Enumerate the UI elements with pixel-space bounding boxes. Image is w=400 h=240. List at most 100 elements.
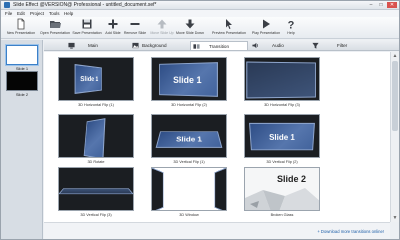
transition-item-3d-horizontal-flip-3[interactable]: 3D Horizontal Flip (3)	[244, 57, 320, 107]
cursor-icon	[226, 19, 232, 29]
transition-caption: 3D Vertical Flip (2)	[266, 160, 298, 164]
tab-background[interactable]: Background	[132, 41, 190, 50]
transition-preview: Slide 1	[151, 57, 227, 101]
preview-slide-text: Slide 1	[175, 135, 203, 143]
move-slide-up-button[interactable]: Move Slide Up	[149, 18, 175, 38]
preview-slide-text: Slide 2	[277, 174, 307, 184]
save-presentation-button[interactable]: Save Presentation	[71, 18, 103, 38]
preview-slide-card	[246, 61, 316, 99]
transition-preview	[151, 167, 227, 211]
transition-item-broken-glass[interactable]: Slide 2 Broken Glass	[244, 167, 320, 217]
preview-slide-card: Slide 1	[159, 62, 218, 97]
transition-preview: Slide 1	[151, 114, 227, 158]
transition-item-3d-window[interactable]: 3D Window	[151, 167, 227, 217]
funnel-icon	[312, 42, 319, 49]
add-slide-button[interactable]: Add Slide	[103, 18, 123, 38]
move-slide-down-button[interactable]: Move Slide Down	[176, 18, 204, 38]
new-presentation-label: New Presentation	[6, 31, 36, 35]
minimize-button[interactable]: –	[367, 2, 375, 8]
play-presentation-label: Play Presentation	[251, 31, 281, 35]
preview-slide-card	[83, 118, 106, 157]
preview-presentation-button[interactable]: Preview Presentation	[209, 18, 249, 38]
scroll-up-arrow[interactable]: ▲	[391, 52, 399, 60]
transition-preview: Slide 2	[244, 167, 320, 211]
folder-open-icon	[50, 21, 61, 28]
close-button[interactable]: ✕	[387, 2, 397, 8]
transition-item-3d-vertical-flip-3[interactable]: 3D Vertical Flip (3)	[58, 167, 134, 217]
play-presentation-button[interactable]: Play Presentation	[249, 18, 283, 38]
slide-thumbnail-2	[6, 71, 38, 91]
menu-tools[interactable]: Tools	[49, 11, 60, 16]
tab-transition-label: Transition	[209, 44, 229, 49]
slide-list-label-2: Slide 2	[15, 92, 29, 97]
scroll-down-arrow[interactable]: ▼	[391, 214, 399, 222]
play-icon	[263, 19, 270, 29]
question-icon: ?	[288, 20, 295, 31]
app-window: Slide Effect @VERSION@ Professional - un…	[0, 0, 400, 240]
transition-caption: Broken Glass	[270, 213, 294, 217]
save-presentation-label: Save Presentation	[72, 31, 102, 35]
menu-edit[interactable]: Edit	[17, 11, 25, 16]
transition-caption: 3D Horizontal Flip (2)	[171, 103, 207, 107]
slide-list-item-1[interactable]: Slide 1	[6, 45, 38, 71]
download-more-transitions-link[interactable]: + Download more transitions online!	[317, 229, 384, 234]
tab-main[interactable]: Main	[68, 41, 118, 50]
slide-list-panel: Slide 1 Slide 2	[1, 40, 43, 239]
tab-audio[interactable]: Audio	[248, 41, 308, 50]
transition-caption: 3D Vertical Flip (1)	[173, 160, 205, 164]
transition-caption: 3D Horizontal Flip (1)	[78, 103, 114, 107]
window-title: Slide Effect @VERSION@ Professional - un…	[13, 2, 157, 8]
maximize-button[interactable]: □	[377, 2, 385, 8]
new-presentation-button[interactable]: New Presentation	[3, 18, 39, 38]
preview-slide-card: Slide 1	[249, 122, 315, 151]
transition-preview	[58, 167, 134, 211]
gallery-scrollbar[interactable]: ▲ ▼	[390, 52, 399, 222]
svg-text:?: ?	[288, 20, 295, 31]
scroll-thumb[interactable]	[392, 61, 398, 131]
transition-preview: Slide 1	[58, 57, 134, 101]
transition-caption: 3D Vertical Flip (3)	[80, 213, 112, 217]
open-presentation-label: Open Presentation	[40, 31, 70, 35]
plus-icon	[108, 19, 118, 29]
monitor-icon	[68, 42, 75, 49]
menu-project[interactable]: Project	[30, 11, 44, 16]
menu-help[interactable]: Help	[64, 11, 73, 16]
transition-item-3d-vertical-flip-2[interactable]: Slide 1 3D Vertical Flip (2)	[244, 114, 320, 164]
remove-slide-button[interactable]: Remove Slide	[123, 18, 147, 38]
slide-list-item-2[interactable]: Slide 2	[6, 71, 38, 97]
help-button[interactable]: ? Help	[283, 18, 299, 38]
arrow-up-icon	[157, 19, 167, 29]
preview-presentation-label: Preview Presentation	[212, 31, 246, 35]
help-label: Help	[287, 31, 295, 35]
preview-window-left-panel	[152, 168, 164, 210]
transition-preview: Slide 1	[244, 114, 320, 158]
new-document-icon	[17, 18, 25, 30]
tab-background-label: Background	[142, 43, 167, 48]
transition-item-3d-rotate[interactable]: 3D Rotate	[58, 114, 134, 164]
tab-filter-label: Filter	[337, 43, 348, 48]
preview-slide-text: Slide 1	[80, 75, 99, 83]
preview-window-right-panel	[214, 168, 226, 210]
tab-transition[interactable]: Transition	[190, 41, 248, 50]
menu-file[interactable]: File	[5, 11, 12, 16]
slide-thumbnail-1	[6, 45, 38, 65]
move-slide-up-label: Move Slide Up	[150, 31, 174, 35]
transition-item-3d-horizontal-flip-2[interactable]: Slide 1 3D Horizontal Flip (2)	[151, 57, 227, 107]
transition-icon	[193, 44, 200, 49]
transition-caption: 3D Horizontal Flip (3)	[264, 103, 300, 107]
transition-caption: 3D Window	[179, 213, 199, 217]
add-slide-label: Add Slide	[105, 31, 121, 35]
tab-filter[interactable]: Filter	[308, 41, 368, 50]
minus-icon	[130, 23, 140, 25]
transition-gallery: Slide 1 3D Horizontal Flip (1) Slide 1 3…	[44, 52, 390, 222]
transition-item-3d-vertical-flip-1[interactable]: Slide 1 3D Vertical Flip (1)	[151, 114, 227, 164]
picture-icon	[132, 42, 139, 49]
gallery-footer: + Download more transitions online!	[44, 222, 390, 239]
transition-preview	[58, 114, 134, 158]
app-icon	[4, 2, 10, 8]
transition-item-3d-horizontal-flip-1[interactable]: Slide 1 3D Horizontal Flip (1)	[58, 57, 134, 107]
preview-slide-card: Slide 1	[74, 64, 102, 94]
menu-bar: File Edit Project Tools Help	[1, 10, 399, 17]
save-icon	[82, 19, 92, 29]
open-presentation-button[interactable]: Open Presentation	[39, 18, 71, 38]
